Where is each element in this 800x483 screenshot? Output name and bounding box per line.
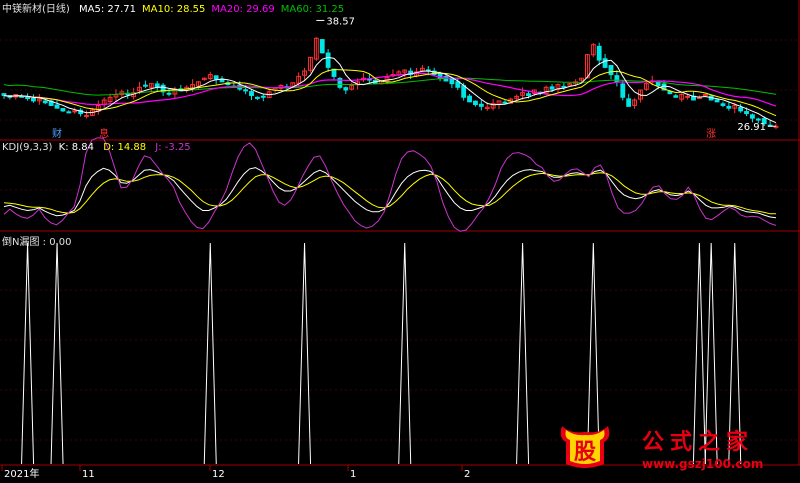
signal-spike — [50, 242, 64, 465]
candle — [750, 114, 755, 119]
candle — [254, 96, 260, 99]
candle — [714, 99, 720, 103]
x-tick-label: 1 — [350, 469, 356, 479]
ma-legend-ma10: MA10: 28.55 — [142, 4, 206, 15]
candle — [738, 106, 744, 112]
candle — [478, 103, 484, 107]
kdj-title: KDJ(9,3,3) — [2, 142, 53, 153]
watermark-title: 公式之家 — [642, 430, 755, 455]
candle — [667, 91, 673, 95]
kdj-legend: KDJ(9,3,3) K: 8.84 D: 14.88 J: -3.25 — [2, 142, 197, 153]
candle — [549, 86, 555, 90]
candle — [755, 118, 761, 121]
chart-stage: 38.57 26.91 财息涨 2021年 11 12 1 2 中镁新材(日线) MA5: 2… — [0, 0, 800, 480]
candle — [166, 92, 172, 95]
candle — [467, 95, 472, 103]
ma-legend-ma60: MA60: 31.25 — [280, 4, 345, 15]
signal-spike — [298, 242, 312, 465]
candle — [614, 75, 620, 83]
candle — [596, 45, 602, 61]
candle — [319, 39, 325, 54]
x-tick-label: 2 — [464, 469, 470, 479]
candle — [260, 95, 266, 98]
candle — [213, 75, 219, 80]
signal-spike — [21, 242, 35, 465]
candle — [72, 110, 78, 113]
candle — [626, 98, 632, 107]
candle — [243, 89, 249, 92]
signal-spike — [516, 242, 530, 465]
candle — [143, 84, 148, 87]
candle — [602, 58, 608, 68]
candle — [25, 97, 30, 100]
signal-legend: 倒N漏图 : 0.00 — [2, 233, 77, 248]
x-tick-label: 12 — [212, 469, 225, 479]
signal-spike — [398, 242, 412, 465]
kdj-j-label: J: -3.25 — [155, 142, 191, 153]
ma-legend-ma20: MA20: 29.69 — [211, 4, 275, 15]
event-tag: 涨 — [706, 128, 716, 140]
candle — [66, 111, 72, 114]
signal-spike — [203, 242, 217, 465]
candle — [473, 100, 478, 106]
watermark-badge-icon: 股 — [560, 426, 610, 468]
ma-legend-ma5: MA5: 27.71 — [79, 4, 137, 15]
candle — [744, 111, 749, 115]
signal-title: 倒N漏图 : 0.00 — [2, 237, 72, 248]
candle — [60, 108, 66, 112]
candle — [449, 78, 455, 85]
candle — [685, 95, 691, 98]
candle — [31, 97, 36, 102]
candle — [343, 87, 349, 91]
candle — [655, 81, 661, 86]
event-tag: 财 — [52, 127, 62, 140]
candle — [325, 52, 331, 68]
kdj-d-label: D: 14.88 — [103, 142, 147, 153]
ma-legend: MA5: 27.71 MA10: 28.55 MA20: 29.69 MA60: 31… — [79, 4, 350, 15]
x-tick-label: 2021年 — [4, 467, 39, 479]
stock-chart: 38.5726.91财息涨2021年 11 12 1 2 — [0, 0, 800, 480]
candle — [54, 104, 60, 109]
watermark-badge-text: 股 — [574, 440, 596, 465]
stock-title: 中镁新材(日线) — [2, 4, 70, 15]
candle — [249, 91, 254, 96]
x-tick-label: 11 — [82, 469, 95, 479]
low-label: 26.91 — [737, 122, 766, 133]
price-legend: 中镁新材(日线) MA5: 27.71 MA10: 28.55 MA20: 29.6… — [2, 0, 356, 15]
candle — [673, 95, 679, 98]
candle — [455, 81, 461, 88]
watermark-url: www.gszj100.com — [642, 457, 764, 471]
candle — [726, 105, 732, 109]
candle — [620, 83, 626, 98]
candle — [526, 93, 531, 96]
candle — [502, 101, 508, 104]
watermark: 股 公式之家 www.gszj100.com — [556, 420, 800, 479]
candle — [608, 65, 614, 76]
candle — [461, 85, 467, 98]
kdj-k-label: K: 8.84 — [58, 142, 95, 153]
candle — [42, 100, 48, 104]
candle — [84, 114, 89, 117]
high-label: 38.57 — [326, 16, 355, 27]
candle — [720, 103, 726, 106]
